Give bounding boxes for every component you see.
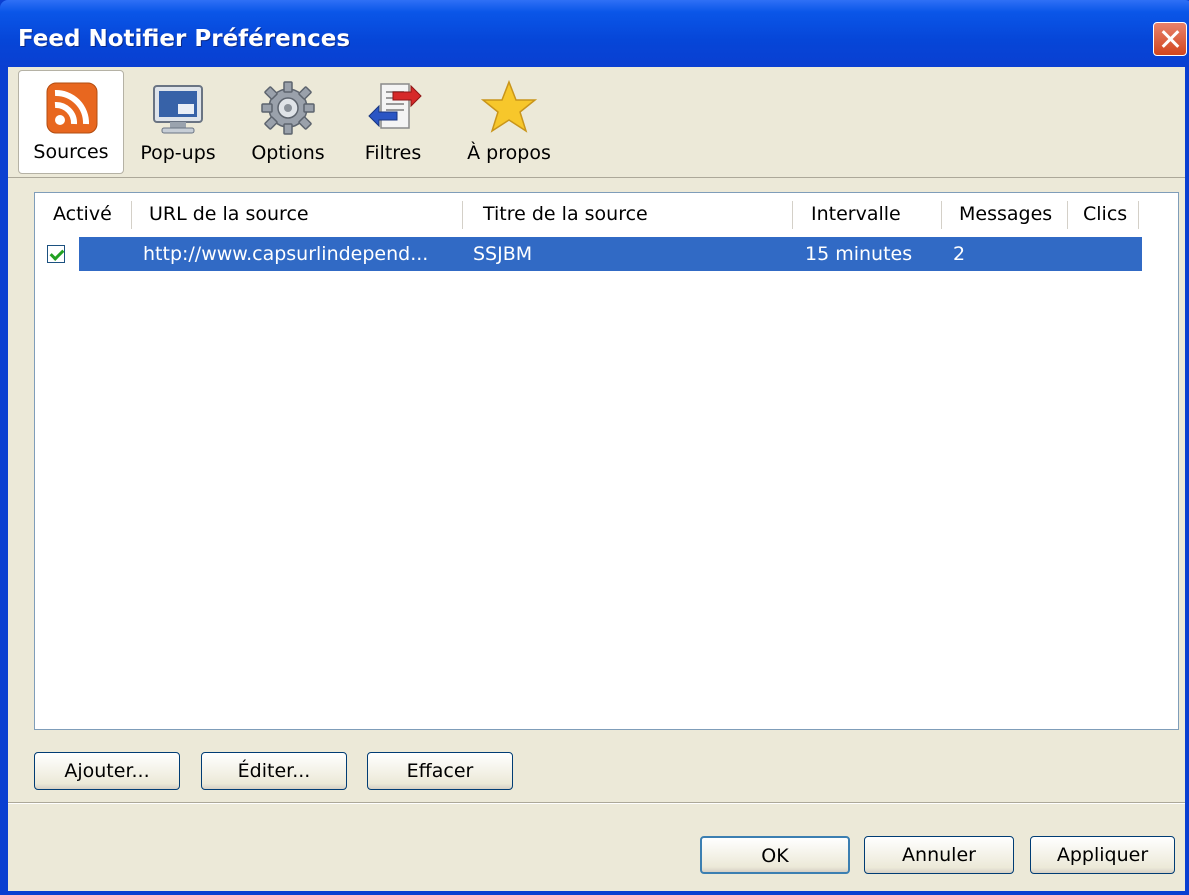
column-divider[interactable] <box>131 201 132 229</box>
window-title: Feed Notifier Préférences <box>18 26 351 52</box>
tab-about[interactable]: À propos <box>454 70 564 174</box>
tab-popups-label: Pop-ups <box>140 142 216 164</box>
rss-icon <box>46 82 98 134</box>
tab-popups[interactable]: Pop-ups <box>128 70 228 174</box>
ok-button[interactable]: OK <box>700 836 850 874</box>
row-enabled-checkbox[interactable] <box>47 245 65 263</box>
column-header-clicks[interactable]: Clics <box>1083 203 1127 225</box>
tab-sources-label: Sources <box>33 141 109 163</box>
row-messages: 2 <box>953 243 966 265</box>
tab-sources[interactable]: Sources <box>18 70 124 174</box>
gear-icon <box>261 81 315 135</box>
table-header: Activé URL de la source Titre de la sour… <box>35 193 1178 237</box>
tab-about-label: À propos <box>467 142 551 164</box>
dialog-separator <box>8 802 1185 804</box>
tab-filters[interactable]: Filtres <box>348 70 438 174</box>
column-header-messages[interactable]: Messages <box>959 203 1052 225</box>
table-row[interactable]: http://www.capsurlindepend... SSJBM 15 m… <box>79 237 1142 271</box>
tab-options-label: Options <box>251 142 325 164</box>
title-bar[interactable]: Feed Notifier Préférences <box>0 0 1189 67</box>
edit-button[interactable]: Éditer... <box>201 752 347 790</box>
row-interval: 15 minutes <box>805 243 913 265</box>
filter-arrows-icon <box>368 83 422 129</box>
apply-button[interactable]: Appliquer <box>1030 836 1175 874</box>
close-button[interactable] <box>1153 22 1187 56</box>
add-button[interactable]: Ajouter... <box>34 752 180 790</box>
column-header-url[interactable]: URL de la source <box>149 203 309 225</box>
monitor-icon <box>153 85 203 134</box>
column-divider[interactable] <box>941 201 942 229</box>
column-header-enabled[interactable]: Activé <box>53 203 112 225</box>
delete-button[interactable]: Effacer <box>367 752 513 790</box>
sources-table[interactable]: Activé URL de la source Titre de la sour… <box>34 192 1179 730</box>
row-title: SSJBM <box>473 243 533 265</box>
column-divider[interactable] <box>1067 201 1068 229</box>
preferences-toolbar: Sources Pop-ups Options Filtres À propos <box>8 67 1185 178</box>
column-header-interval[interactable]: Intervalle <box>811 203 901 225</box>
column-divider[interactable] <box>462 201 463 229</box>
tab-options[interactable]: Options <box>238 70 338 174</box>
column-divider[interactable] <box>1138 201 1139 229</box>
cancel-button[interactable]: Annuler <box>864 836 1014 874</box>
row-url: http://www.capsurlindepend... <box>143 243 429 265</box>
column-header-title[interactable]: Titre de la source <box>483 203 648 225</box>
star-icon <box>480 79 538 133</box>
preferences-window: Feed Notifier Préférences Sources Pop-up… <box>0 0 1189 895</box>
column-divider[interactable] <box>792 201 793 229</box>
tab-filters-label: Filtres <box>364 142 422 164</box>
